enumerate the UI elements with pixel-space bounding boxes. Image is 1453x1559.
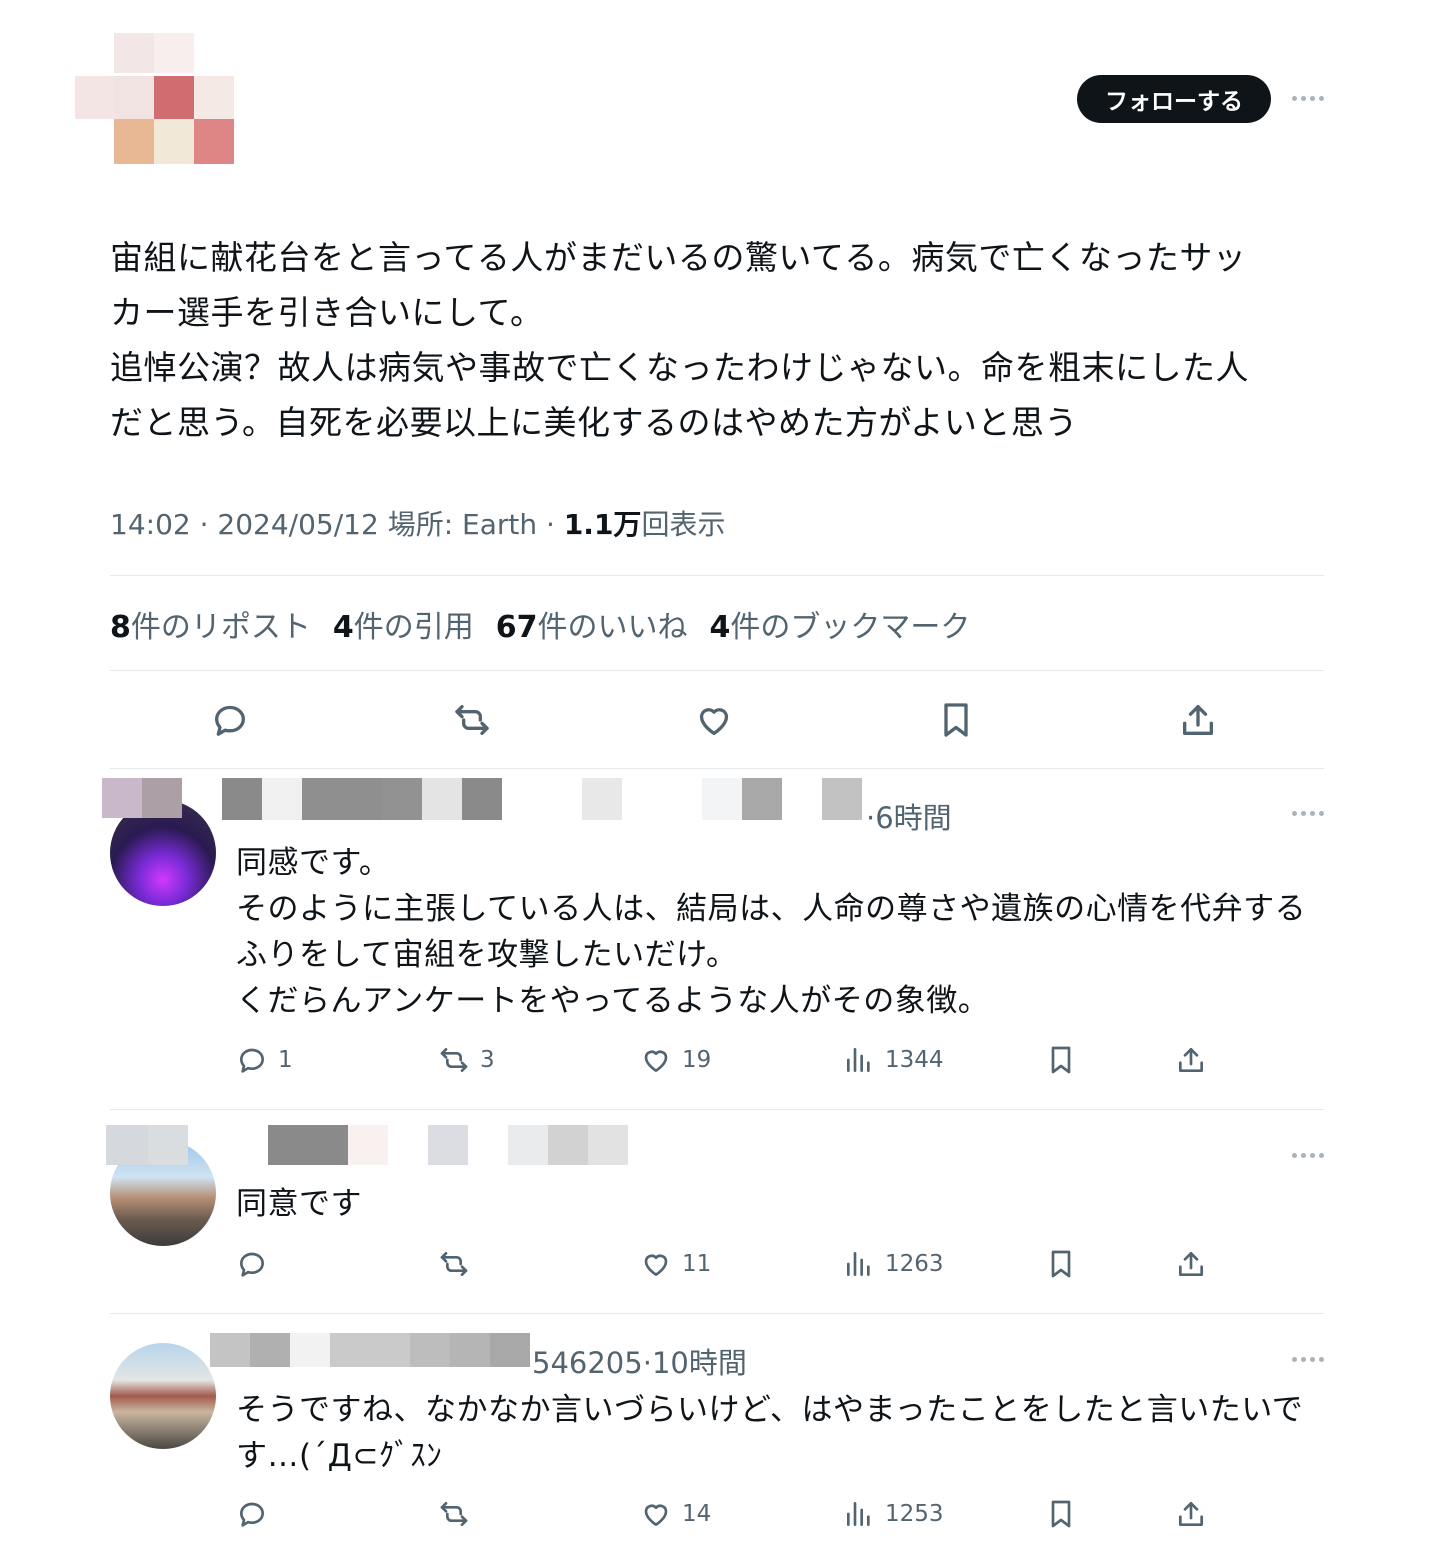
more-icon[interactable] [1292, 96, 1324, 101]
more-icon[interactable] [1292, 811, 1324, 816]
repost-icon [440, 1048, 468, 1072]
reply-bookmark-button[interactable] [1045, 1498, 1077, 1530]
reply-reply-button[interactable]: 1 [236, 1044, 293, 1076]
reply-bookmark-button[interactable] [1045, 1044, 1077, 1076]
reply-share-button[interactable] [1175, 1498, 1207, 1530]
reply-icon [215, 705, 245, 736]
reply-share-button[interactable] [1175, 1248, 1207, 1280]
engagement-stats: 8件のリポスト 4件の引用 67件のいいね 4件のブックマーク [110, 602, 970, 646]
repost-icon [440, 1252, 468, 1276]
tweet-meta: 14:02 · 2024/05/12 場所: Earth · 1.1万回表示 [110, 508, 726, 541]
tweet-date[interactable]: 2024/05/12 [217, 508, 378, 541]
divider [110, 1313, 1324, 1314]
repost-icon [455, 705, 489, 735]
views-icon [847, 1502, 870, 1526]
bookmark-button[interactable] [933, 697, 979, 743]
reply-views-button[interactable]: 1263 [843, 1248, 944, 1280]
bookmark-icon [1051, 1250, 1071, 1278]
divider [110, 670, 1324, 671]
tweet-time[interactable]: 14:02 [110, 508, 191, 541]
reply-dot: · [642, 1346, 652, 1380]
like-icon [699, 708, 729, 735]
reply-icon [240, 1502, 264, 1527]
like-icon [644, 1254, 668, 1276]
reply-bookmark-button[interactable] [1045, 1248, 1077, 1280]
reply-name-mosaic [210, 1333, 530, 1367]
tweet-line: 追悼公演？故人は病気や事故で亡くなったわけじゃない。命を粗末にした人 [110, 348, 1249, 387]
share-button[interactable] [1175, 697, 1221, 743]
reply-repost-button[interactable] [438, 1498, 480, 1530]
divider [110, 768, 1324, 769]
reply-handle[interactable]: 546205 [532, 1346, 643, 1380]
bookmark-icon [1051, 1500, 1071, 1528]
likes-stat[interactable]: 67件のいいね [496, 602, 688, 646]
reply-dot: · [866, 801, 876, 835]
author-avatar-mosaic[interactable] [75, 33, 235, 168]
reply-avatar[interactable] [110, 1343, 216, 1449]
reply-time[interactable]: 6時間 [875, 801, 951, 835]
reply-views-button[interactable]: 1253 [843, 1498, 944, 1530]
reply-like-button[interactable]: 14 [640, 1498, 711, 1530]
reply-reply-button[interactable] [236, 1498, 278, 1530]
reply-text: 同感です。 そのように主張している人は、結局は、人命の尊さや遺族の心情を代弁する… [236, 845, 1307, 1019]
reply-repost-button[interactable] [438, 1248, 480, 1280]
tweet-line: 宙組に献花台をと言ってる人がまだいるの驚いてる。病気で亡くなったサッ [110, 238, 1247, 277]
reply-text: そうですね、なかなか言いづらいけど、はやまったことをしたと言いたいで す…(´Д… [236, 1392, 1304, 1474]
share-icon [1183, 705, 1213, 735]
reply-name-mosaic [102, 778, 862, 823]
quotes-stat[interactable]: 4件の引用 [333, 602, 474, 646]
bookmark-icon [1051, 1046, 1071, 1074]
follow-button[interactable]: フォローする [1077, 75, 1271, 123]
more-icon[interactable] [1292, 1357, 1324, 1362]
tweet-line: カー選手を引き合いにして。 [110, 293, 544, 332]
reply-repost-button[interactable]: 3 [438, 1044, 495, 1076]
reply-time[interactable]: 10時間 [652, 1346, 747, 1380]
tweet-line: だと思う。自死を必要以上に美化するのはやめた方がよいと思う [110, 403, 1078, 442]
share-icon [1179, 1252, 1203, 1276]
reply-views-button[interactable]: 1344 [843, 1044, 944, 1076]
reply-like-button[interactable]: 19 [640, 1044, 711, 1076]
views-label: 回表示 [641, 508, 726, 541]
bookmarks-stat[interactable]: 4件のブックマーク [710, 602, 971, 646]
views-icon [847, 1252, 870, 1276]
reply-header: ·6時間 [866, 795, 952, 837]
reply-header: 546205·10時間 [532, 1340, 747, 1382]
repost-icon [440, 1502, 468, 1526]
repost-button[interactable] [449, 697, 495, 743]
reply-icon [240, 1048, 264, 1073]
divider [110, 575, 1324, 576]
share-icon [1179, 1502, 1203, 1526]
reply-button[interactable] [207, 697, 253, 743]
reposts-stat[interactable]: 8件のリポスト [110, 602, 311, 646]
reply-reply-button[interactable] [236, 1248, 278, 1280]
views-icon [847, 1048, 870, 1072]
more-icon[interactable] [1292, 1153, 1324, 1158]
reply-text: 同意です [236, 1186, 362, 1222]
like-icon [644, 1050, 668, 1072]
reply-like-button[interactable]: 11 [640, 1248, 711, 1280]
reply-share-button[interactable] [1175, 1044, 1207, 1076]
like-icon [644, 1504, 668, 1526]
divider [110, 1109, 1324, 1110]
reply-icon [240, 1252, 264, 1277]
reply-name-mosaic [106, 1125, 636, 1165]
bookmark-icon [944, 703, 968, 737]
tweet-location: 場所: Earth [387, 508, 538, 541]
share-icon [1179, 1048, 1203, 1072]
tweet-text: 宙組に献花台をと言ってる人がまだいるの驚いてる。病気で亡くなったサッ カー選手を… [110, 230, 1325, 450]
views-count: 1.1万 [563, 508, 642, 541]
like-button[interactable] [691, 697, 737, 743]
